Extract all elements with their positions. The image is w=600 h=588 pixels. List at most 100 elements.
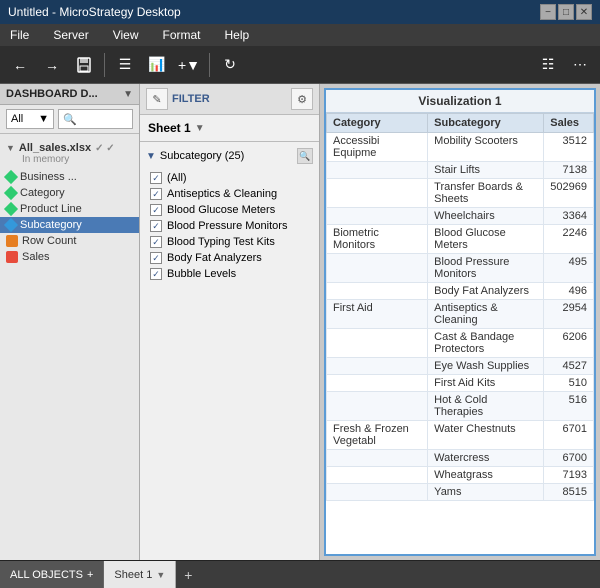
window-title: Untitled - MicroStrategy Desktop [8, 5, 540, 19]
filter-settings-icon[interactable]: ⚙ [291, 88, 313, 110]
cell-category [327, 392, 428, 421]
sheet-label: Sheet 1 [148, 121, 191, 135]
cell-sales: 495 [544, 254, 594, 283]
left-panel-title: DASHBOARD D... [6, 88, 121, 100]
forward-button[interactable]: → [38, 51, 66, 79]
filter-checkbox-bloodtyping[interactable] [150, 236, 162, 248]
filter-item-bloodpressure[interactable]: Blood Pressure Monitors [150, 218, 309, 234]
col-subcategory: Subcategory [428, 114, 544, 133]
cell-category [327, 283, 428, 300]
filter-checkbox-bloodpressure[interactable] [150, 220, 162, 232]
cell-subcategory: Body Fat Analyzers [428, 283, 544, 300]
left-panel-arrow[interactable]: ▼ [123, 89, 133, 100]
sidebar-item-category[interactable]: Category [0, 185, 139, 201]
filter-checkbox-all[interactable] [150, 172, 162, 184]
toolbar-divider-1 [104, 53, 105, 77]
filter-search-icon[interactable]: 🔍 [297, 148, 313, 164]
table-row: Wheelchairs3364 [327, 208, 594, 225]
data-table: Category Subcategory Sales Accessibi Equ… [326, 113, 594, 501]
cell-subcategory: Wheatgrass [428, 467, 544, 484]
sidebar-item-sales[interactable]: Sales [0, 249, 139, 265]
menu-help[interactable]: Help [219, 26, 256, 44]
sidebar-item-business[interactable]: Business ... [0, 169, 139, 185]
table-row: Cast & Bandage Protectors6206 [327, 329, 594, 358]
filter-item-bodyfat[interactable]: Body Fat Analyzers [150, 250, 309, 266]
filter-item-all[interactable]: (All) [150, 170, 309, 186]
subcategory-icon [4, 218, 18, 232]
cell-category [327, 329, 428, 358]
table-row: Body Fat Analyzers496 [327, 283, 594, 300]
cell-sales: 496 [544, 283, 594, 300]
business-icon [4, 170, 18, 184]
table-row: Accessibi EquipmeMobility Scooters3512 [327, 133, 594, 162]
filter-item-bloodtyping[interactable]: Blood Typing Test Kits [150, 234, 309, 250]
all-objects-button[interactable]: ALL OBJECTS + [0, 561, 104, 588]
filter-item-antiseptics-label: Antiseptics & Cleaning [167, 188, 277, 200]
add-sheet-button[interactable]: + [176, 561, 200, 588]
extra-button-1[interactable]: ☷ [534, 51, 562, 79]
menu-format[interactable]: Format [156, 26, 206, 44]
sheet-selector[interactable]: Sheet 1 ▼ [148, 121, 205, 135]
extra-button-2[interactable]: ⋯ [566, 51, 594, 79]
cell-sales: 510 [544, 375, 594, 392]
table-row: Transfer Boards & Sheets502969 [327, 179, 594, 208]
menu-server[interactable]: Server [47, 26, 94, 44]
add-button[interactable]: +▼ [175, 51, 203, 79]
filter-checkbox-antiseptics[interactable] [150, 188, 162, 200]
save-button[interactable] [70, 51, 98, 79]
filter-checkbox-bloodglucose[interactable] [150, 204, 162, 216]
cell-subcategory: Wheelchairs [428, 208, 544, 225]
viz-table[interactable]: Category Subcategory Sales Accessibi Equ… [326, 113, 594, 554]
all-dropdown[interactable]: All ▼ [6, 109, 54, 129]
close-button[interactable]: ✕ [576, 4, 592, 20]
sidebar-item-subcategory[interactable]: Subcategory [0, 217, 139, 233]
refresh-button[interactable]: ↻ [216, 51, 244, 79]
minimize-button[interactable]: − [540, 4, 556, 20]
sales-label: Sales [22, 251, 50, 263]
table-row: Fresh & Frozen VegetablWater Chestnuts67… [327, 421, 594, 450]
left-panel-search[interactable]: 🔍 [58, 109, 133, 129]
filter-checkbox-bubble[interactable] [150, 268, 162, 280]
cell-sales: 2246 [544, 225, 594, 254]
cell-sales: 2954 [544, 300, 594, 329]
cell-category [327, 208, 428, 225]
title-bar: Untitled - MicroStrategy Desktop − □ ✕ [0, 0, 600, 24]
filter-item-all-label: (All) [167, 172, 187, 184]
chart-button[interactable]: 📊 [143, 51, 171, 79]
cell-sales: 6701 [544, 421, 594, 450]
viz-title: Visualization 1 [326, 90, 594, 113]
table-row: Stair Lifts7138 [327, 162, 594, 179]
back-button[interactable]: ← [6, 51, 34, 79]
business-label: Business ... [20, 171, 77, 183]
category-label: Category [20, 187, 65, 199]
layers-button[interactable]: ☰ [111, 51, 139, 79]
cell-sales: 8515 [544, 484, 594, 501]
subcategory-header: ▼ Subcategory (25) 🔍 [146, 148, 313, 164]
sheet-tab[interactable]: Sheet 1 ▼ [104, 561, 176, 588]
cell-subcategory: Cast & Bandage Protectors [428, 329, 544, 358]
cell-sales: 6700 [544, 450, 594, 467]
filter-item-bubble[interactable]: Bubble Levels [150, 266, 309, 282]
filter-checkbox-bodyfat[interactable] [150, 252, 162, 264]
menu-file[interactable]: File [4, 26, 35, 44]
file-chevron: ▼ [6, 143, 15, 153]
cell-subcategory: Mobility Scooters [428, 133, 544, 162]
cell-category [327, 484, 428, 501]
maximize-button[interactable]: □ [558, 4, 574, 20]
filter-item-bloodtyping-label: Blood Typing Test Kits [167, 236, 275, 248]
filter-item-antiseptics[interactable]: Antiseptics & Cleaning [150, 186, 309, 202]
all-objects-label: ALL OBJECTS [10, 569, 83, 581]
cell-sales: 3512 [544, 133, 594, 162]
search-icon: 🔍 [63, 113, 77, 126]
sidebar-item-productline[interactable]: Product Line [0, 201, 139, 217]
file-name[interactable]: ▼ All_sales.xlsx ✓ ✓ [6, 142, 133, 154]
cell-subcategory: Stair Lifts [428, 162, 544, 179]
filter-item-bloodglucose[interactable]: Blood Glucose Meters [150, 202, 309, 218]
cell-sales: 7138 [544, 162, 594, 179]
filter-items-list: (All) Antiseptics & Cleaning Blood Gluco… [146, 170, 313, 282]
cell-category [327, 467, 428, 484]
sidebar-item-rowcount[interactable]: Row Count [0, 233, 139, 249]
filter-item-bloodglucose-label: Blood Glucose Meters [167, 204, 275, 216]
menu-view[interactable]: View [107, 26, 145, 44]
filter-pencil-icon[interactable]: ✎ [146, 88, 168, 110]
